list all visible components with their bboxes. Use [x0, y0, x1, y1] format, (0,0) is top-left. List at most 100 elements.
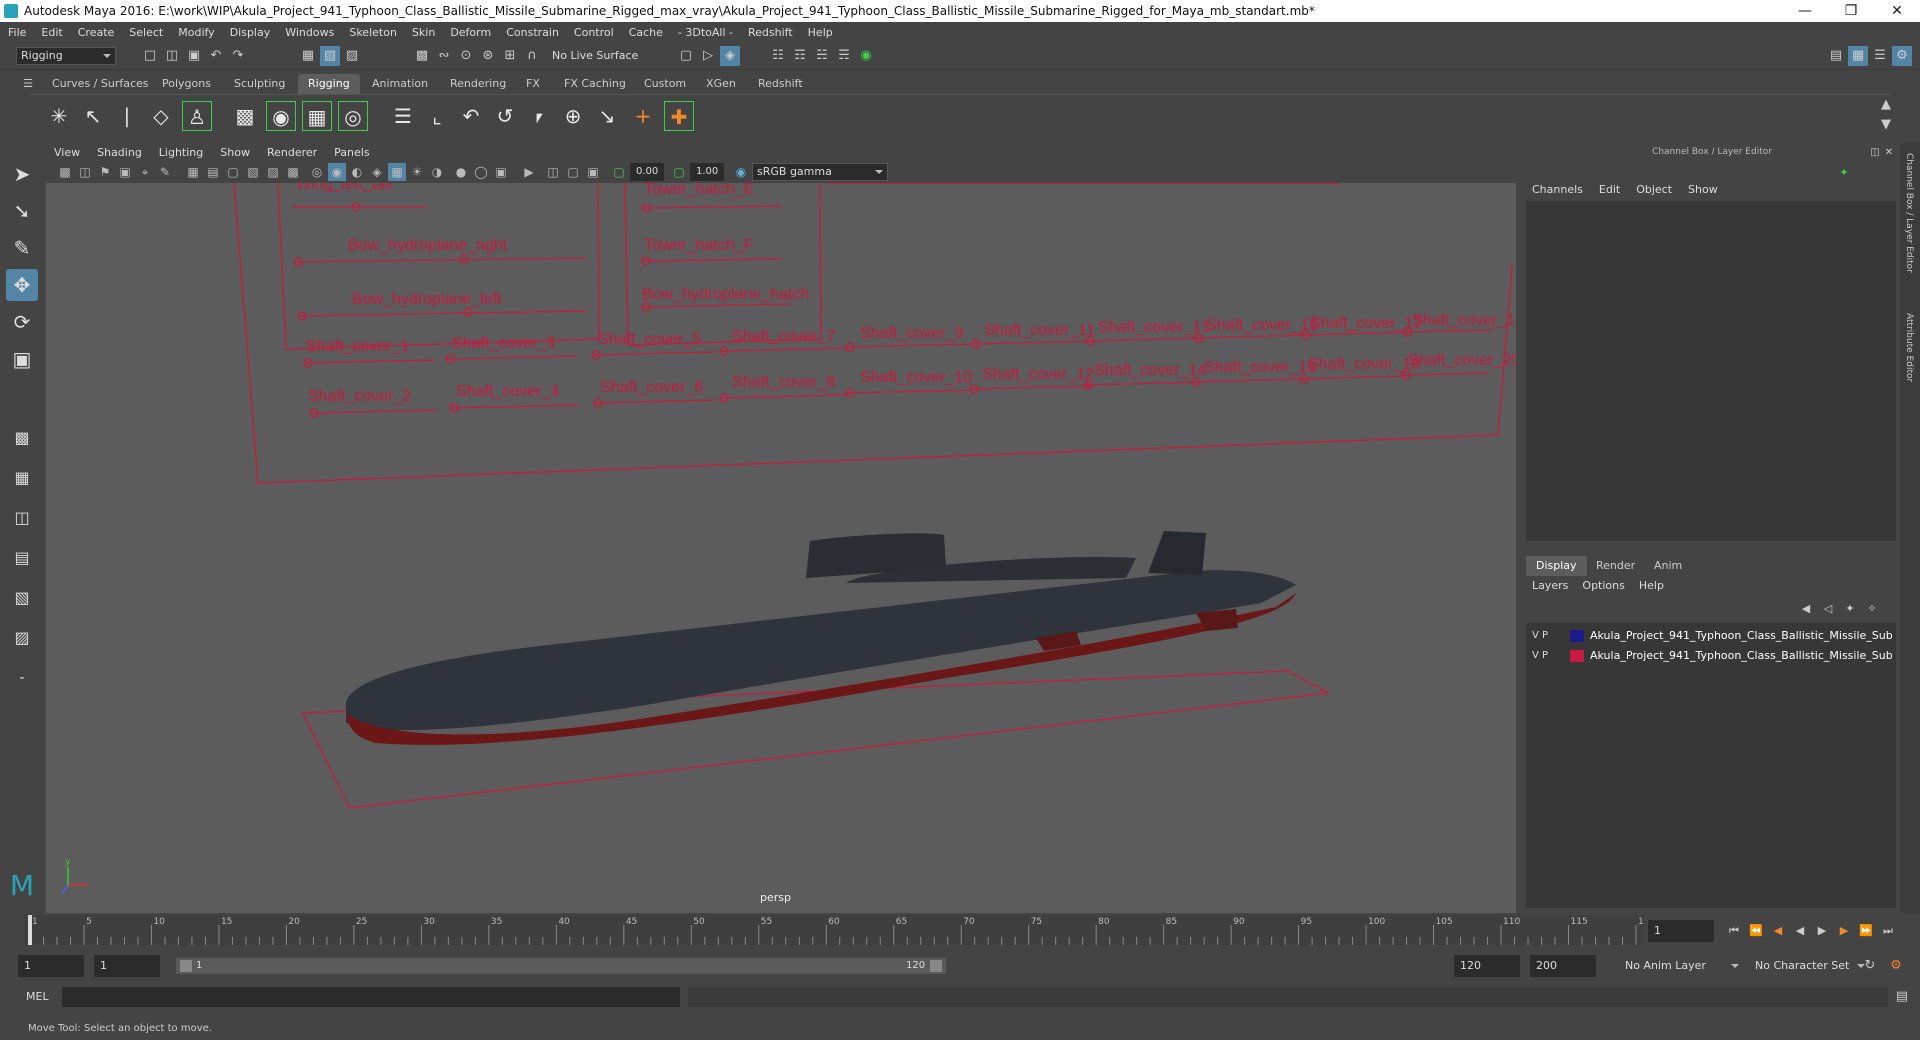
shadows-icon[interactable]: ◑ — [428, 163, 446, 181]
new-layer-icon[interactable]: ✦ — [1840, 599, 1860, 619]
channel-list-area[interactable] — [1526, 201, 1896, 541]
ctrl-shaft-cover-12[interactable]: Shaft_cover_12 — [982, 366, 1094, 383]
command-language-label[interactable]: MEL — [26, 990, 49, 1003]
play-forwards-icon[interactable]: ▶ — [1812, 921, 1832, 941]
menu-modify[interactable]: Modify — [178, 26, 214, 39]
tab-curves-surfaces[interactable]: Curves / Surfaces — [42, 74, 159, 94]
cluster-icon[interactable]: ◎ — [338, 101, 368, 131]
ctrl-shaft-cover-4[interactable]: Shaft_cover_4 — [456, 383, 559, 400]
range-end-handle[interactable] — [930, 960, 942, 972]
select-component-icon[interactable]: ▨ — [342, 46, 362, 66]
tab-fx-caching[interactable]: FX Caching — [554, 74, 636, 94]
render-frame-icon[interactable]: ☵ — [812, 46, 832, 66]
snap-curve-icon[interactable]: ∾ — [434, 46, 454, 66]
cb-menu-edit[interactable]: Edit — [1599, 183, 1620, 201]
new-layer-selected-icon[interactable]: ✧ — [1862, 599, 1882, 619]
ctrl-shaft-cover-6[interactable]: Shaft_cover_6 — [600, 379, 703, 396]
tab-rigging[interactable]: Rigging — [298, 74, 360, 94]
layer-row[interactable]: V P Akula_Project_941_Typhoon_Class_Ball… — [1526, 647, 1896, 665]
xray-components-icon[interactable]: ▣ — [584, 163, 602, 181]
ctrl-tower-hatch-f[interactable]: Tower_hatch_F — [644, 237, 754, 254]
animation-end-field[interactable]: 200 — [1530, 955, 1596, 977]
snap-surface-icon[interactable]: ⊞ — [500, 46, 520, 66]
ctrl-shaft-cover-5[interactable]: Shaft_cover_5 — [598, 331, 701, 348]
tab-fx[interactable]: FX — [516, 74, 550, 94]
menu-set-dropdown[interactable]: Rigging — [16, 47, 116, 65]
flat-shade-icon[interactable]: ◐ — [348, 163, 366, 181]
step-forward-frame-icon[interactable]: ▶ — [1834, 921, 1854, 941]
le-menu-layers[interactable]: Layers — [1532, 579, 1568, 597]
single-perspective-icon[interactable]: ▩ — [6, 422, 38, 454]
bind-skin-icon[interactable]: ▩ — [230, 101, 260, 131]
two-d-pan-icon[interactable]: ⌖ — [136, 163, 154, 181]
hydroplane-group-frame[interactable] — [277, 183, 600, 350]
gamma-icon[interactable]: ▢ — [670, 163, 688, 181]
layer-name[interactable]: Akula_Project_941_Typhoon_Class_Ballisti… — [1590, 647, 1892, 665]
open-scene-icon[interactable]: ◫ — [162, 46, 182, 66]
le-menu-help[interactable]: Help — [1639, 579, 1664, 597]
layout-toggle-icon[interactable]: - — [6, 662, 38, 694]
paint-select-icon[interactable]: ✎ — [6, 232, 38, 264]
ctrl-tower-hatch-e[interactable]: Tower_hatch_E — [644, 183, 754, 198]
menu-redshift[interactable]: Redshift — [748, 26, 793, 39]
viewport-scene[interactable]: Wing_left_tail Bow_hydroplane_right Bow_… — [46, 183, 1516, 913]
shelf-scroll-down-icon[interactable]: ▼ — [1876, 115, 1896, 135]
restore-button[interactable]: ❐ — [1828, 3, 1874, 19]
panel-menu-view[interactable]: View — [54, 146, 80, 159]
cb-menu-show[interactable]: Show — [1688, 183, 1718, 201]
textured-icon[interactable]: ▦ — [388, 163, 406, 181]
ambient-occlusion-icon[interactable]: ● — [452, 163, 470, 181]
ctrl-shaft-cover-15[interactable]: Shaft_cover_15 — [1206, 317, 1318, 334]
film-gate-icon[interactable]: ▤ — [204, 163, 222, 181]
grid-icon[interactable]: ▦ — [184, 163, 202, 181]
menu-display[interactable]: Display — [230, 26, 271, 39]
save-scene-icon[interactable]: ▣ — [184, 46, 204, 66]
layer-visibility-toggle[interactable]: V P — [1532, 627, 1548, 645]
new-scene-icon[interactable]: □ — [140, 46, 160, 66]
render-region-icon[interactable]: ▢ — [676, 46, 696, 66]
gate-mask-icon[interactable]: ▧ — [244, 163, 262, 181]
ctrl-shaft-cover-1[interactable]: Shaft_cover_1 — [306, 338, 409, 355]
layer-name[interactable]: Akula_Project_941_Typhoon_Class_Ballisti… — [1590, 627, 1892, 645]
grease-pencil-icon[interactable]: ✎ — [156, 163, 174, 181]
menu-select[interactable]: Select — [129, 26, 163, 39]
menu-constrain[interactable]: Constrain — [506, 26, 559, 39]
panel-menu-renderer[interactable]: Renderer — [267, 146, 317, 159]
redo-icon[interactable]: ↷ — [228, 46, 248, 66]
move-layer-up-icon[interactable]: ◀ — [1796, 599, 1816, 619]
tab-redshift[interactable]: Redshift — [748, 74, 813, 94]
persp-hypershade-icon[interactable]: ▧ — [6, 582, 38, 614]
resolution-gate-icon[interactable]: ▢ — [224, 163, 242, 181]
lattice-icon[interactable]: ▦ — [302, 101, 332, 131]
playback-end-field[interactable]: 120 — [1454, 955, 1520, 977]
command-input[interactable] — [62, 987, 680, 1007]
tool-settings-toggle-icon[interactable]: ⚙ — [1892, 46, 1912, 66]
rotate-tool-icon[interactable]: ⟳ — [6, 306, 38, 338]
ctrl-bow-hydroplane-hatch[interactable]: Bow_hydroplane_hatch — [642, 286, 809, 303]
go-to-start-icon[interactable]: ⏮ — [1724, 921, 1744, 941]
lasso-tool-icon[interactable]: ➘ — [6, 195, 38, 227]
custom-layout-icon[interactable]: ▨ — [6, 622, 38, 654]
layer-color-swatch[interactable] — [1570, 650, 1584, 662]
tab-custom[interactable]: Custom — [634, 74, 696, 94]
pole-vector-icon[interactable]: ↘ — [592, 101, 622, 131]
menu-control[interactable]: Control — [574, 26, 614, 39]
use-lights-icon[interactable]: ☀ — [408, 163, 426, 181]
time-slider[interactable]: 1 5 10 15 20 25 30 35 40 45 50 55 60 65 70 75 80 85 90 95 10… — [24, 915, 1644, 945]
close-panel-icon[interactable]: ✕ — [1882, 143, 1896, 163]
perspective-viewport[interactable]: Wing_left_tail Bow_hydroplane_right Bow_… — [46, 183, 1516, 913]
current-time-indicator[interactable] — [28, 915, 32, 945]
layer-visibility-toggle[interactable]: V P — [1532, 647, 1548, 665]
four-view-icon[interactable]: ▦ — [6, 462, 38, 494]
tab-render-layers[interactable]: Render — [1586, 556, 1645, 576]
camera-attributes-icon[interactable]: ◫ — [76, 163, 94, 181]
custom-script-icon[interactable]: ✚ — [664, 101, 694, 131]
magnet-icon[interactable]: ∩ — [522, 46, 542, 66]
tab-sculpting[interactable]: Sculpting — [224, 74, 295, 94]
ik-handle-icon[interactable]: ∣ — [112, 101, 142, 131]
cb-menu-channels[interactable]: Channels — [1532, 183, 1583, 201]
ipr-render-icon[interactable]: ◈ — [720, 46, 740, 66]
tab-polygons[interactable]: Polygons — [152, 74, 221, 94]
script-editor-icon[interactable]: ▤ — [1892, 987, 1912, 1007]
layer-row[interactable]: V P Akula_Project_941_Typhoon_Class_Ball… — [1526, 627, 1896, 645]
